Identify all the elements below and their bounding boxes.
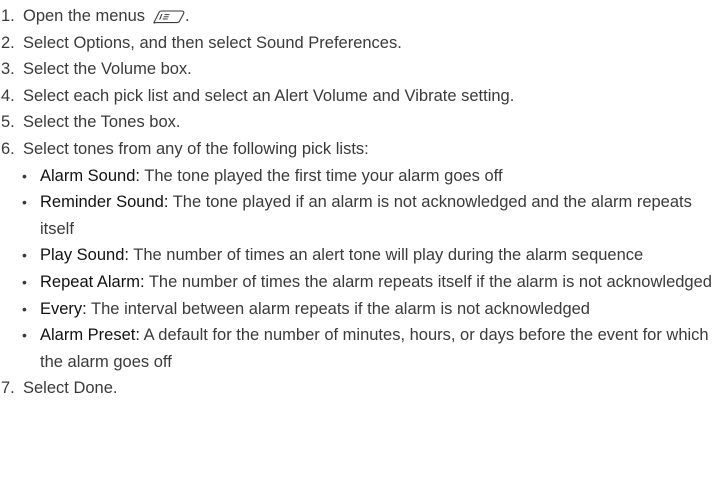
instructions-page: 1. Open the menus . 2. Select Options, a… [0, 0, 728, 494]
step-6-options: • Alarm Sound: The tone played the first… [1, 163, 728, 376]
option-term: Play Sound: [40, 246, 129, 265]
step-text-suffix: . [185, 7, 190, 25]
menu-key-icon [151, 6, 185, 24]
list-item-alarm-sound: • Alarm Sound: The tone played the first… [1, 163, 728, 190]
option-term: Every: [40, 299, 87, 318]
step-4: 4. Select each pick list and select an A… [1, 83, 728, 110]
step-2: 2. Select Options, and then select Sound… [1, 30, 728, 57]
step-6: 6. Select tones from any of the followin… [1, 136, 728, 163]
option-description: The interval between alarm repeats if th… [86, 299, 590, 318]
bullet-icon: • [22, 247, 27, 264]
list-item-repeat-alarm: • Repeat Alarm: The number of times the … [1, 269, 728, 296]
step-number: 4. [1, 86, 15, 105]
step-number: 2. [1, 33, 15, 52]
option-description: The tone played the first time your alar… [139, 166, 503, 185]
option-term: Repeat Alarm: [40, 272, 145, 291]
list-item-play-sound: • Play Sound: The number of times an ale… [1, 242, 728, 269]
step-number: 1. [1, 7, 15, 25]
bullet-icon: • [22, 327, 27, 344]
steps-list: 1. Open the menus . 2. Select Options, a… [1, 3, 728, 402]
list-item-alarm-preset: • Alarm Preset: A default for the number… [1, 322, 728, 375]
step-number: 6. [1, 139, 15, 158]
bullet-icon: • [22, 194, 27, 211]
step-5: 5. Select the Tones box. [1, 109, 728, 136]
step-text: Select each pick list and select an Aler… [23, 86, 515, 105]
step-text: Select Done. [23, 379, 118, 398]
option-description: The number of times the alarm repeats it… [144, 272, 712, 291]
bullet-icon: • [22, 167, 27, 184]
step-number: 3. [1, 60, 15, 79]
option-term: Alarm Preset: [40, 326, 140, 345]
step-text: Select Options, and then select Sound Pr… [23, 33, 402, 52]
step-text: Select the Volume box. [23, 60, 192, 79]
step-number: 7. [1, 379, 15, 398]
option-term: Alarm Sound: [40, 166, 140, 185]
option-term: Reminder Sound: [40, 193, 169, 212]
bullet-icon: • [22, 273, 27, 290]
step-number: 5. [1, 113, 15, 132]
option-description: A default for the number of minutes, hou… [40, 326, 709, 371]
step-7: 7. Select Done. [1, 375, 728, 402]
list-item-every: • Every: The interval between alarm repe… [1, 296, 728, 323]
step-3: 3. Select the Volume box. [1, 56, 728, 83]
bullet-icon: • [22, 300, 27, 317]
step-text: Select tones from any of the following p… [23, 139, 369, 158]
step-1: 1. Open the menus . [1, 3, 728, 30]
list-item-reminder-sound: • Reminder Sound: The tone played if an … [1, 189, 728, 242]
pick-list-options: • Alarm Sound: The tone played the first… [1, 163, 728, 376]
step-text: Open the menus [23, 7, 145, 25]
option-description: The number of times an alert tone will p… [128, 246, 644, 265]
step-text: Select the Tones box. [23, 113, 181, 132]
